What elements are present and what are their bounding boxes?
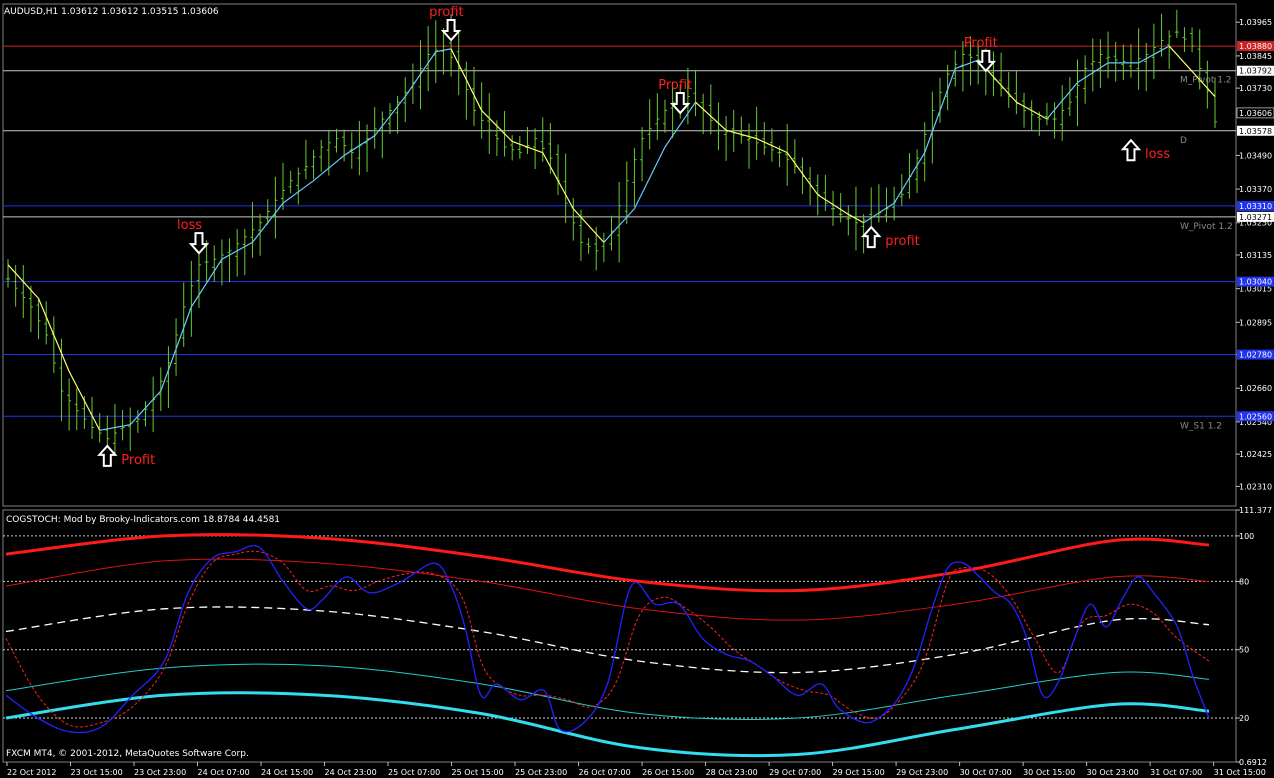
moving-average-segment (572, 208, 605, 243)
time-axis-label: 29 Oct 07:00 (769, 768, 821, 777)
time-axis-label: 22 Oct 2012 (7, 768, 56, 777)
time-axis-label: 23 Oct 15:00 (71, 768, 123, 777)
annotation-label: profit (885, 234, 920, 249)
price-tick-label: 1.02310 (1239, 482, 1272, 491)
time-axis-label: 23 Oct 23:00 (134, 768, 186, 777)
level-line-label: D (1180, 136, 1187, 146)
band-inner-bottom (5, 663, 1210, 720)
time-axis-label: 25 Oct 23:00 (515, 768, 567, 777)
time-axis-label: 30 Oct 23:00 (1087, 768, 1139, 777)
annotation-label: Profit (658, 78, 692, 93)
price-tick-label: 1.03490 (1239, 151, 1272, 160)
stoch-main-line (5, 545, 1210, 734)
time-axis-label: 24 Oct 15:00 (261, 768, 313, 777)
time-axis-label: 25 Oct 07:00 (388, 768, 440, 777)
time-axis-label: 30 Oct 07:00 (960, 768, 1012, 777)
copyright-text: FXCM MT4, © 2001-2012, MetaQuotes Softwa… (6, 749, 249, 759)
band-mid (5, 606, 1210, 674)
indicator-panel-title: COGSTOCH: Mod by Brooky-Indicators.com 1… (6, 515, 280, 525)
time-axis-label: 24 Oct 23:00 (325, 768, 377, 777)
indicator-tick-label: 80 (1239, 577, 1249, 586)
level-axis-label: 1.03792 (1239, 67, 1272, 76)
level-axis-label: 1.02560 (1239, 412, 1272, 421)
level-line-label: W_Pivot 1.2 (1180, 222, 1233, 232)
level-line-label: M_Pivot 1.2 (1180, 76, 1232, 86)
cogstoch-series (5, 533, 1210, 758)
indicator-tick-label: 20 (1239, 714, 1249, 723)
time-axis-label: 26 Oct 15:00 (642, 768, 694, 777)
annotation-label: Profit (121, 453, 155, 468)
time-axis-label: 31 Oct 07:00 (1150, 768, 1202, 777)
price-tick-label: 1.03370 (1239, 185, 1272, 194)
annotation-label: loss (177, 218, 202, 233)
arrow-up-icon (1120, 138, 1142, 162)
time-axis-label: 30 Oct 15:00 (1023, 768, 1075, 777)
price-tick-label: 1.02895 (1239, 318, 1272, 327)
level-axis-label: 1.03578 (1239, 127, 1272, 136)
price-tick-label: 1.03135 (1239, 251, 1272, 260)
indicator-panel-frame (2, 509, 1237, 763)
indicator-tick-label: 111.377 (1239, 506, 1272, 515)
band-inner-top (5, 558, 1210, 621)
arrow-down-icon (440, 19, 462, 42)
indicator-tick-label: 100 (1239, 532, 1254, 541)
time-axis-label: 31 Oct 15:00 (1214, 768, 1266, 777)
price-tick-label: 1.02425 (1239, 450, 1272, 459)
moving-average-segment (633, 146, 666, 209)
level-line-label: W_S1 1.2 (1180, 421, 1222, 431)
arrow-down-icon (670, 91, 691, 115)
indicator-panel[interactable] (2, 509, 1237, 763)
time-axis-label: 28 Oct 23:00 (706, 768, 758, 777)
level-axis-label: 1.03040 (1239, 278, 1272, 287)
current-price-label: 1.03606 (1239, 109, 1272, 118)
time-axis-label: 29 Oct 23:00 (896, 768, 948, 777)
annotation-label: loss (1145, 147, 1170, 162)
band-outer-bottom (5, 691, 1210, 758)
band-outer-top (5, 533, 1210, 593)
time-axis-label: 29 Oct 15:00 (833, 768, 885, 777)
time-axis-label: 26 Oct 07:00 (579, 768, 631, 777)
arrow-up-icon (97, 444, 118, 467)
annotation-label: Profit (964, 36, 998, 51)
main-panel-title: AUDUSD,H1 1.03612 1.03612 1.03515 1.0360… (4, 7, 219, 17)
arrow-up-icon (861, 225, 882, 249)
annotation-label: profit (429, 5, 464, 20)
time-axis-label: 24 Oct 07:00 (198, 768, 250, 777)
arrow-down-icon (188, 232, 210, 255)
level-axis-label: 1.02780 (1239, 351, 1272, 360)
level-axis-label: 1.03310 (1239, 202, 1272, 211)
moving-average-segment (955, 59, 979, 70)
arrow-down-icon (975, 49, 997, 73)
price-tick-label: 1.03965 (1239, 18, 1272, 27)
time-axis-label: 25 Oct 15:00 (452, 768, 504, 777)
level-axis-label: 1.03880 (1239, 42, 1272, 51)
indicator-tick-label: 50 (1239, 646, 1249, 655)
level-axis-label: 1.03271 (1239, 213, 1272, 222)
indicator-tick-label: 0.6912 (1239, 758, 1267, 767)
trading-chart[interactable]: M_Pivot 1.2 D W_Pivot 1.2 W_S1 1.2 Profit lo… (0, 0, 1274, 778)
price-tick-label: 1.03730 (1239, 84, 1272, 93)
price-tick-label: 1.02660 (1239, 384, 1272, 393)
price-tick-label: 1.03845 (1239, 52, 1272, 61)
